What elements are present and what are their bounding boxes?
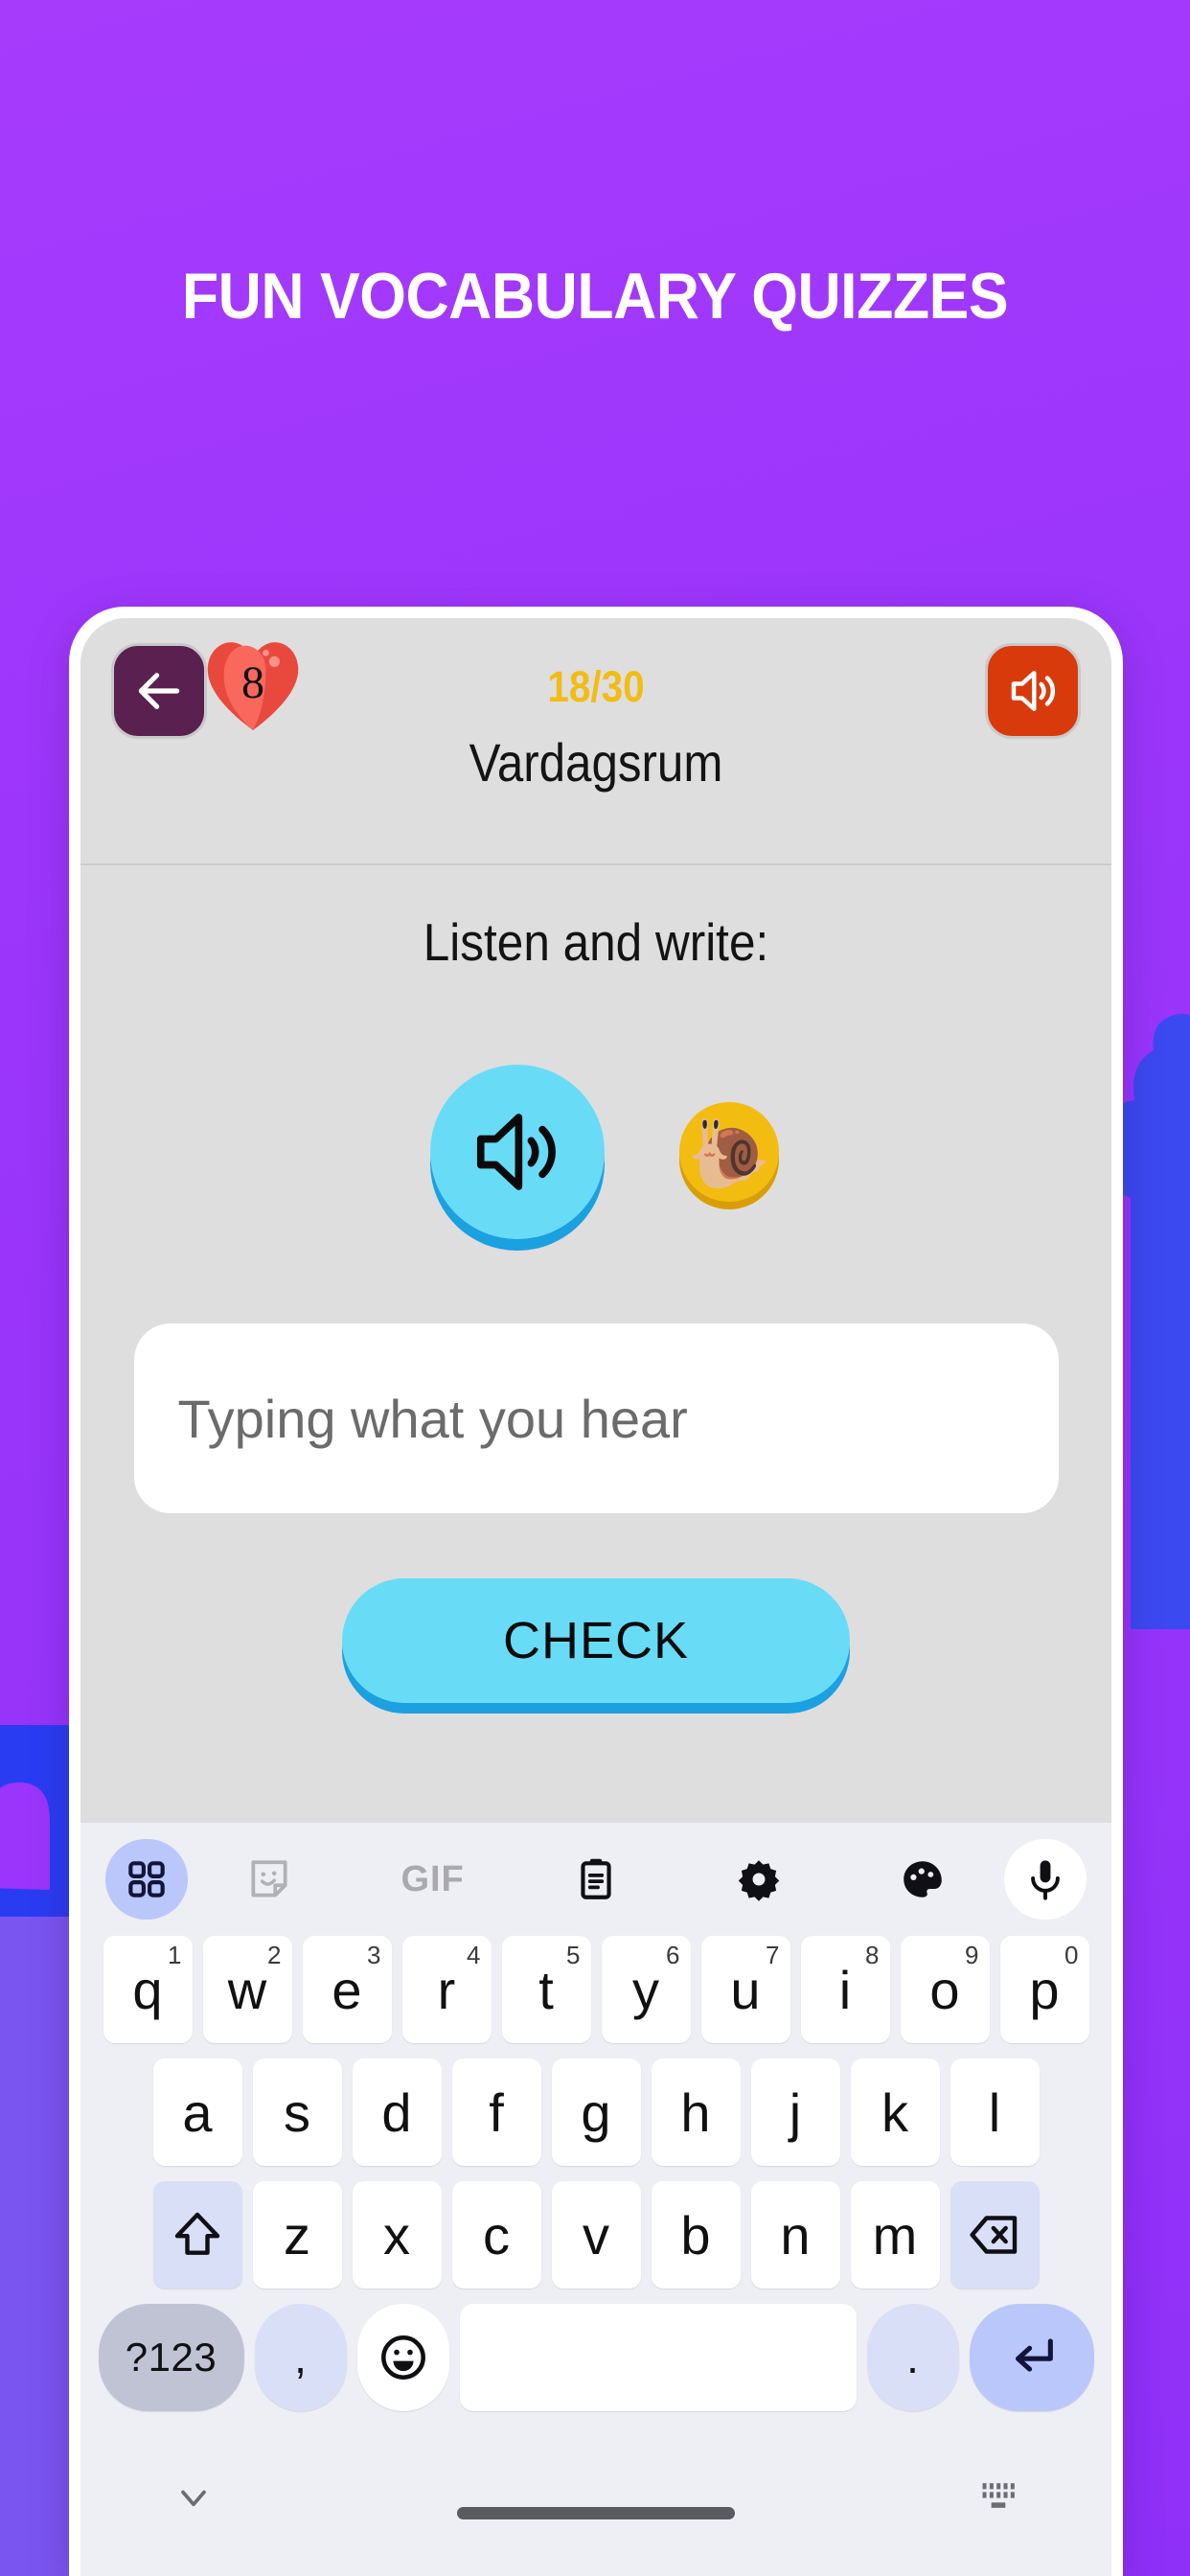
sound-toggle-button[interactable]	[985, 643, 1081, 739]
speaker-on-icon	[1011, 671, 1056, 711]
key-l[interactable]: l	[950, 2058, 1040, 2166]
chevron-down-icon	[181, 2490, 206, 2507]
speaker-play-icon	[476, 1114, 556, 1190]
microphone-icon[interactable]	[1004, 1839, 1087, 1920]
answer-input[interactable]	[133, 1323, 1059, 1513]
key-r[interactable]: 4r	[401, 1936, 492, 2043]
page-title: FUN VOCABULARY QUIZZES	[181, 260, 1009, 333]
enter-return-icon	[1015, 2338, 1053, 2372]
key-w[interactable]: 2w	[202, 1936, 292, 2043]
key-y[interactable]: 6y	[601, 1936, 691, 2043]
backspace-icon	[970, 2216, 1018, 2254]
enter-key[interactable]	[969, 2304, 1094, 2411]
key-u[interactable]: 7u	[700, 1936, 790, 2043]
key-n[interactable]: n	[750, 2181, 840, 2288]
period-key[interactable]: .	[866, 2304, 959, 2411]
key-p[interactable]: 0p	[999, 1936, 1089, 2043]
gif-icon[interactable]: GIF	[351, 1839, 514, 1920]
key-s[interactable]: s	[252, 2058, 342, 2166]
keyboard-row-4: ?123 , .	[80, 2304, 1111, 2411]
keyboard-switch-button[interactable]	[977, 2474, 1019, 2521]
emoji-smile-icon	[380, 2335, 425, 2380]
key-f[interactable]: f	[451, 2058, 541, 2166]
key-k[interactable]: k	[850, 2058, 940, 2166]
play-audio-button[interactable]	[430, 1065, 605, 1239]
keyboard-row-3: z x c v b n m	[80, 2181, 1111, 2288]
lesson-title: Vardagsrum	[469, 732, 723, 793]
key-z[interactable]: z	[252, 2181, 342, 2288]
promo-screen: FUN VOCABULARY QUIZZES 8 18/30 Vardagsru…	[0, 0, 1190, 2576]
palette-icon[interactable]	[841, 1839, 1004, 1920]
prompt-label: Listen and write:	[423, 912, 769, 972]
key-t[interactable]: 5t	[501, 1936, 591, 2043]
hide-keyboard-button[interactable]	[172, 2476, 215, 2523]
snail-icon: 🐌	[687, 1116, 771, 1191]
clipboard-icon[interactable]	[515, 1839, 677, 1920]
key-a[interactable]: a	[152, 2058, 242, 2166]
question-area: Listen and write: 🐌 CHECK	[80, 865, 1111, 2289]
space-key[interactable]	[459, 2304, 857, 2411]
check-button[interactable]: CHECK	[342, 1578, 850, 1703]
app-header: 8 18/30 Vardagsrum	[80, 618, 1111, 865]
phone-mockup: 8 18/30 Vardagsrum Listen and write: 🐌 T…	[69, 607, 1123, 2576]
keyboard-switch-icon	[982, 2483, 1015, 2508]
key-m[interactable]: m	[850, 2181, 940, 2288]
key-c[interactable]: c	[451, 2181, 541, 2288]
key-i[interactable]: 8i	[800, 1936, 890, 2043]
keyboard-row-2: a s d f g h j k l	[80, 2058, 1111, 2166]
on-screen-keyboard: GIF 1 q 2 w 3 e 4 r 5 t 6 y 7 u 8 i 9 o …	[80, 1823, 1111, 2576]
key-j[interactable]: j	[750, 2058, 840, 2166]
phone-screen: 8 18/30 Vardagsrum Listen and write: 🐌 T…	[80, 618, 1111, 2576]
apps-grid-icon[interactable]	[105, 1839, 188, 1920]
comma-key[interactable]: ,	[254, 2304, 347, 2411]
key-b[interactable]: b	[651, 2181, 741, 2288]
key-e[interactable]: 3e	[302, 1936, 392, 2043]
key-x[interactable]: x	[352, 2181, 442, 2288]
keyboard-toolbar: GIF	[80, 1823, 1111, 1936]
sticker-icon[interactable]	[188, 1839, 351, 1920]
keyboard-navbar	[80, 2426, 1111, 2570]
backspace-key[interactable]	[950, 2181, 1040, 2288]
key-g[interactable]: g	[551, 2058, 641, 2166]
gear-icon[interactable]	[677, 1839, 840, 1920]
shift-key[interactable]	[152, 2181, 242, 2288]
key-q[interactable]: 1q	[103, 1936, 193, 2043]
key-h[interactable]: h	[651, 2058, 741, 2166]
key-v[interactable]: v	[551, 2181, 641, 2288]
keyboard-row-1: 1q 2w 3e 4r 5t 6y 7u 8i 9o 0p	[80, 1936, 1111, 2043]
shift-arrow-icon	[174, 2212, 220, 2255]
hearts-count: 8	[241, 656, 264, 708]
key-d[interactable]: d	[352, 2058, 442, 2166]
emoji-key[interactable]	[356, 2304, 449, 2411]
numeric-switch-key[interactable]: ?123	[98, 2304, 244, 2411]
key-o[interactable]: 9o	[900, 1936, 990, 2043]
progress-counter: 18/30	[547, 662, 645, 711]
audio-controls-row: 🐌	[80, 1065, 1111, 1239]
home-indicator[interactable]	[457, 2507, 735, 2519]
play-audio-slow-button[interactable]: 🐌	[679, 1102, 779, 1202]
